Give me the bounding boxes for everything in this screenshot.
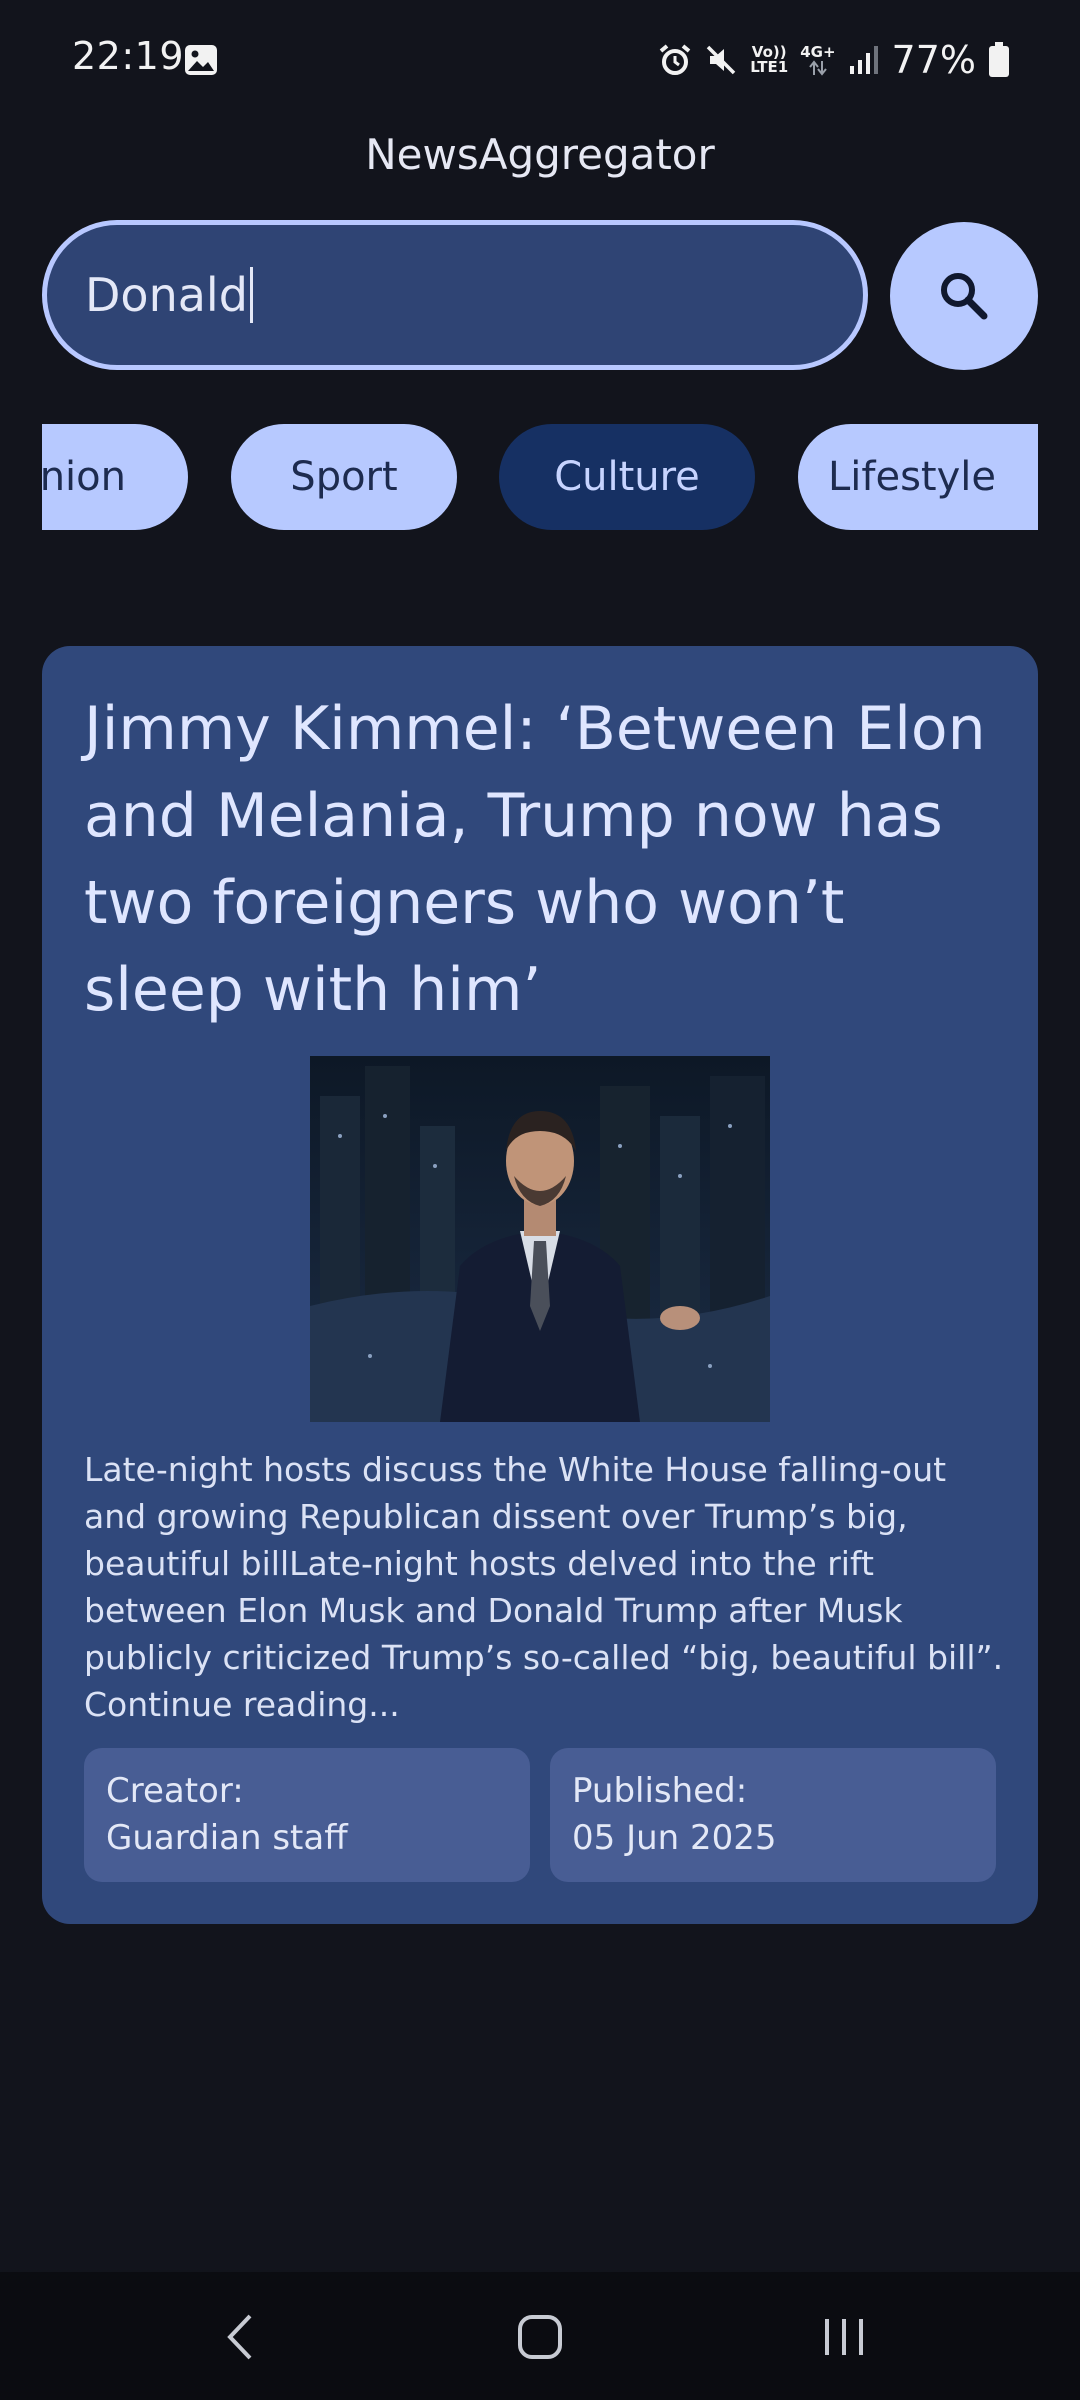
chip-lifestyle[interactable]: Lifestyle: [798, 424, 1038, 530]
article-description: Late-night hosts discuss the White House…: [84, 1450, 1004, 1724]
volte-indicator: Vo)) LTE1: [750, 45, 788, 75]
search-button[interactable]: [890, 222, 1038, 370]
home-icon: [518, 2315, 562, 2359]
chip-culture[interactable]: Culture: [499, 424, 755, 530]
published-value: 05 Jun 2025: [572, 1818, 777, 1858]
lte-label: LTE1: [750, 58, 789, 76]
system-nav-bar: [0, 2272, 1080, 2400]
back-button[interactable]: [200, 2302, 280, 2372]
search-input-value[interactable]: Donald: [85, 268, 248, 322]
mute-icon: [706, 45, 736, 75]
battery-icon: [989, 42, 1009, 77]
chip-sport[interactable]: Sport: [231, 424, 457, 530]
search-input[interactable]: Donald: [42, 220, 868, 370]
battery-percent: 77%: [891, 38, 976, 82]
back-icon: [227, 2314, 252, 2360]
creator-value: Guardian staff: [106, 1818, 348, 1858]
chip-label: Lifestyle: [828, 454, 997, 500]
chip-label: Culture: [554, 454, 700, 500]
recents-button[interactable]: [804, 2302, 884, 2372]
chip-opinion[interactable]: inion: [42, 424, 188, 530]
home-button[interactable]: [500, 2302, 580, 2372]
status-icons: Vo)) LTE1 4G+ 77%: [658, 34, 1010, 86]
published-box: Published: 05 Jun 2025: [550, 1748, 996, 1882]
app-title: NewsAggregator: [365, 130, 715, 179]
data-type-label: 4G+: [800, 42, 836, 61]
status-time: 22:19: [72, 34, 185, 78]
data-indicator: 4G+: [800, 42, 836, 76]
creator-box: Creator: Guardian staff: [84, 1748, 530, 1882]
chip-label: Sport: [290, 454, 398, 500]
alarm-icon: [659, 44, 691, 75]
recents-icon: [825, 2319, 863, 2355]
published-label: Published:: [572, 1771, 748, 1811]
gallery-notification-icon: [185, 45, 217, 75]
article-card[interactable]: Jimmy Kimmel: ‘Between Elon and Melania,…: [42, 646, 1038, 1924]
chip-label: inion: [42, 454, 126, 500]
signal-icon: [849, 46, 878, 74]
text-cursor: [249, 267, 253, 323]
category-chips[interactable]: inion Sport Culture Lifestyle: [42, 424, 1038, 532]
status-bar: 22:19 Vo)) LTE1 4G+ 77%: [0, 0, 1080, 120]
data-arrows-icon: [809, 59, 827, 76]
creator-label: Creator:: [106, 1771, 244, 1811]
article-title[interactable]: Jimmy Kimmel: ‘Between Elon and Melania,…: [84, 686, 1014, 1034]
article-image: [310, 1056, 770, 1422]
search-icon: [941, 273, 988, 320]
